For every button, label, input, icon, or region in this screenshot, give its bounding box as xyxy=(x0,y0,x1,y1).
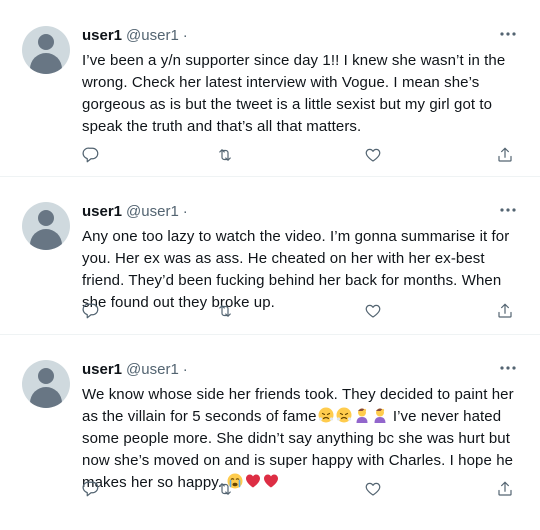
avatar-head-shape xyxy=(38,34,54,50)
like-icon xyxy=(365,304,381,318)
like-icon xyxy=(365,482,381,496)
steam-face-emoji xyxy=(318,407,334,423)
user-handle[interactable]: @user1 xyxy=(126,27,179,44)
separator-dot: · xyxy=(182,361,188,378)
tweet[interactable]: user1 @user1 · We know whose side her frie… xyxy=(0,334,540,530)
tweet-text: I’ve been a y/n supporter since day 1!! … xyxy=(82,52,506,135)
like-button[interactable] xyxy=(362,300,384,322)
retweet-button[interactable] xyxy=(214,300,236,322)
person-facepalming-emoji xyxy=(356,408,368,423)
share-button[interactable] xyxy=(494,478,516,500)
more-icon xyxy=(500,366,516,370)
avatar-shoulders-shape xyxy=(30,387,62,408)
more-options-button[interactable] xyxy=(496,22,520,46)
avatar-head-shape xyxy=(38,368,54,384)
reply-icon xyxy=(82,481,99,497)
separator-dot: · xyxy=(182,27,188,44)
avatar[interactable] xyxy=(22,360,70,408)
more-options-button[interactable] xyxy=(496,356,520,380)
like-button[interactable] xyxy=(362,144,384,166)
more-icon xyxy=(500,32,516,36)
avatar-shoulders-shape xyxy=(30,229,62,250)
share-icon xyxy=(498,481,512,496)
reply-button[interactable] xyxy=(80,478,102,500)
more-icon xyxy=(500,208,516,212)
reply-button[interactable] xyxy=(80,300,102,322)
share-icon xyxy=(498,147,512,162)
retweet-icon xyxy=(219,305,231,317)
tweet-actions xyxy=(82,144,522,166)
separator-dot: · xyxy=(182,203,188,220)
retweet-button[interactable] xyxy=(214,144,236,166)
avatar-shoulders-shape xyxy=(30,53,62,74)
tweet-feed: user1 @user1 · I’ve been a y/n supporter s… xyxy=(0,0,540,530)
user-handle[interactable]: @user1 xyxy=(126,203,179,220)
display-name[interactable]: user1 xyxy=(82,27,122,44)
reply-button[interactable] xyxy=(80,144,102,166)
avatar[interactable] xyxy=(22,26,70,74)
share-button[interactable] xyxy=(494,144,516,166)
user-handle[interactable]: @user1 xyxy=(126,361,179,378)
share-button[interactable] xyxy=(494,300,516,322)
retweet-icon xyxy=(219,149,231,161)
display-name[interactable]: user1 xyxy=(82,361,122,378)
avatar-head-shape xyxy=(38,210,54,226)
tweet-actions xyxy=(82,478,522,500)
steam-face-emoji xyxy=(336,407,352,423)
display-name[interactable]: user1 xyxy=(82,203,122,220)
like-icon xyxy=(365,148,381,162)
retweet-icon xyxy=(219,483,231,495)
like-button[interactable] xyxy=(362,478,384,500)
tweet-header: user1 @user1 · xyxy=(82,360,188,380)
person-facepalming-emoji xyxy=(374,408,386,423)
tweet[interactable]: user1 @user1 · Any one too lazy to watch t… xyxy=(0,176,540,352)
retweet-button[interactable] xyxy=(214,478,236,500)
more-options-button[interactable] xyxy=(496,198,520,222)
tweet-header: user1 @user1 · xyxy=(82,202,188,222)
tweet-header: user1 @user1 · xyxy=(82,26,188,46)
share-icon xyxy=(498,303,512,318)
tweet-actions xyxy=(82,300,522,322)
avatar[interactable] xyxy=(22,202,70,250)
reply-icon xyxy=(82,303,99,319)
tweet[interactable]: user1 @user1 · I’ve been a y/n supporter s… xyxy=(0,0,540,176)
reply-icon xyxy=(82,147,99,163)
